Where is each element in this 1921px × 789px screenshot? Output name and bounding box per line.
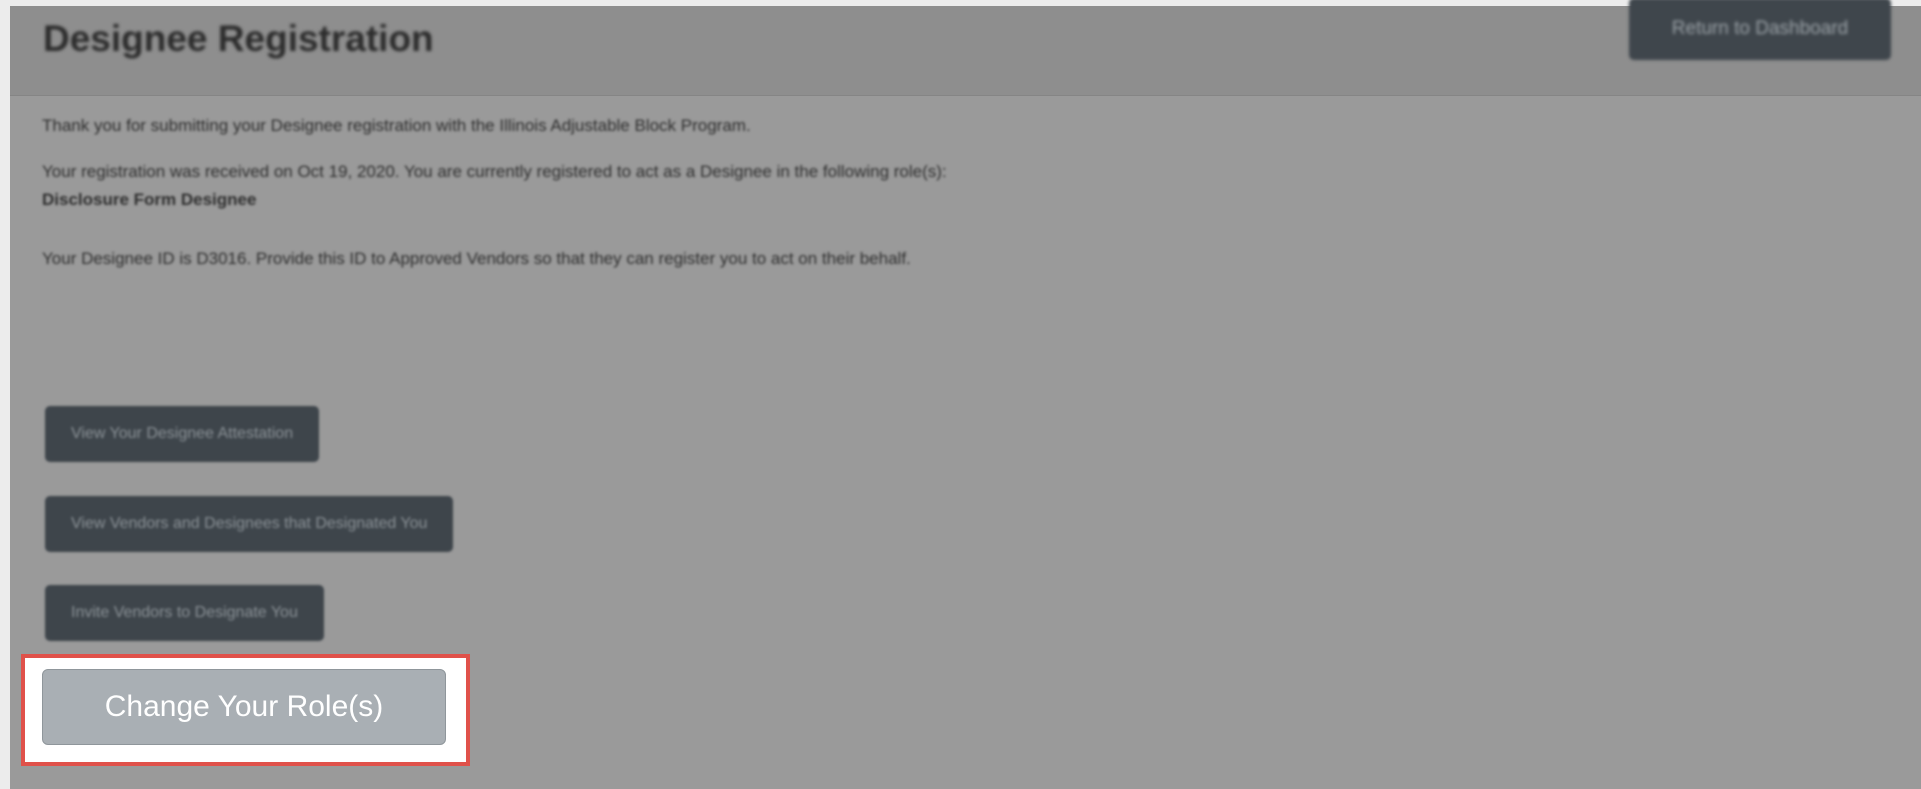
designee-role-text: Disclosure Form Designee	[42, 190, 257, 209]
designee-id-text: Your Designee ID is D3016. Provide this …	[42, 249, 911, 268]
return-to-dashboard-button[interactable]: Return to Dashboard	[1629, 0, 1891, 60]
view-vendors-button[interactable]: View Vendors and Designees that Designat…	[45, 496, 454, 552]
registration-received-text: Your registration was received on Oct 19…	[42, 162, 947, 181]
view-attestation-button[interactable]: View Your Designee Attestation	[45, 406, 320, 462]
page-title: Designee Registration	[43, 18, 434, 59]
page-header: Designee Registration Return to Dashboar…	[10, 0, 1921, 96]
invite-vendors-button[interactable]: Invite Vendors to Designate You	[45, 585, 324, 641]
change-roles-button[interactable]: Change Your Role(s)	[42, 669, 446, 745]
thank-you-text: Thank you for submitting your Designee r…	[42, 116, 751, 135]
